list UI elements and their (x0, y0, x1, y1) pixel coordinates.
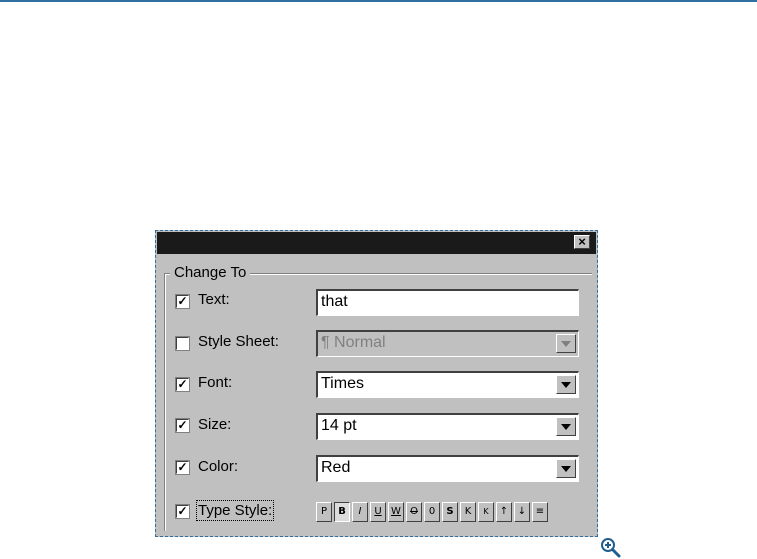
change-to-group-title: Change To (170, 264, 251, 281)
color-label: Color: (198, 458, 239, 475)
text-field[interactable]: that (316, 289, 579, 316)
checkmark: ✓ (176, 460, 189, 474)
zoom-in-icon[interactable] (600, 537, 622, 559)
style-italic-button[interactable]: I (352, 502, 368, 522)
close-button[interactable]: × (574, 235, 590, 249)
style-superscript-button[interactable]: ↑ (496, 502, 512, 522)
dropdown-arrow-icon[interactable] (556, 375, 576, 394)
style-plain-button[interactable]: P (316, 502, 332, 522)
style-all-caps-button[interactable]: K (460, 502, 476, 522)
text-checkbox[interactable]: ✓ (176, 295, 191, 310)
size-checkbox[interactable]: ✓ (176, 419, 191, 434)
type-style-buttons: P B I U W O 0 S K K ↑ ↓ ≡ (316, 502, 548, 523)
dropdown-arrow-icon[interactable] (556, 459, 576, 478)
checkmark: ✓ (176, 294, 189, 308)
style-sheet-dropdown[interactable]: ¶ Normal (316, 330, 579, 357)
checkbox-empty (176, 337, 189, 350)
font-dropdown[interactable]: Times (316, 371, 579, 398)
size-value: 14 pt (321, 417, 357, 434)
font-checkbox[interactable]: ✓ (176, 378, 191, 393)
style-small-caps-button[interactable]: K (478, 502, 494, 522)
color-dropdown[interactable]: Red (316, 455, 579, 482)
dropdown-arrow-icon[interactable] (556, 334, 576, 353)
dialog-title-bar[interactable]: × (157, 232, 596, 254)
checkmark: ✓ (176, 504, 189, 518)
color-checkbox[interactable]: ✓ (176, 461, 191, 476)
size-dropdown[interactable]: 14 pt (316, 413, 579, 440)
font-label: Font: (198, 374, 233, 391)
find-change-dialog: × Change To ✓ Text: that Style Sheet: ¶ … (155, 230, 598, 537)
style-word-underline-button[interactable]: W (388, 502, 404, 522)
dropdown-arrow-icon[interactable] (556, 417, 576, 436)
style-sheet-checkbox[interactable] (176, 337, 191, 352)
checkmark: ✓ (176, 418, 189, 432)
type-style-checkbox[interactable]: ✓ (176, 505, 191, 520)
style-shadow-button[interactable]: S (442, 502, 458, 522)
type-style-label: Type Style: (195, 500, 275, 521)
style-underline-button[interactable]: U (370, 502, 386, 522)
color-value: Red (321, 459, 351, 476)
style-bold-button[interactable]: B (334, 502, 350, 522)
size-label: Size: (198, 416, 232, 433)
style-sheet-label: Style Sheet: (198, 333, 279, 350)
style-superior-button[interactable]: ≡ (532, 502, 548, 522)
top-rule (0, 0, 757, 2)
style-strikethrough-button[interactable]: O (406, 502, 422, 522)
style-sheet-value: ¶ Normal (321, 334, 386, 351)
style-outline-button[interactable]: 0 (424, 502, 440, 522)
text-label: Text: (198, 291, 230, 308)
style-subscript-button[interactable]: ↓ (514, 502, 530, 522)
font-value: Times (321, 375, 364, 392)
checkmark: ✓ (176, 377, 189, 391)
